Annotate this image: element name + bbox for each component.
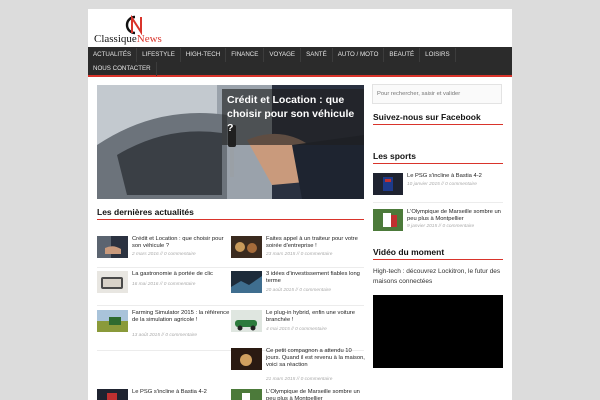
logo-monogram-icon <box>125 15 142 35</box>
post-title[interactable]: Faites appel à un traiteur pour votre so… <box>266 236 366 250</box>
section-divider <box>373 163 503 164</box>
nav-item-high-tech[interactable]: HIGH-TECH <box>181 48 227 62</box>
post-item[interactable]: 3 idées d'investissement fiables long te… <box>231 271 365 301</box>
nav-item-auto-moto[interactable]: AUTO / MOTO <box>333 48 385 62</box>
post-item[interactable]: Ce petit compagnon a attendu 10 jours. Q… <box>231 348 365 382</box>
post-thumbnail <box>231 271 262 293</box>
nav-item-beaute[interactable]: BEAUTÉ <box>384 48 421 62</box>
post-meta: 10 janvier 2015 // 0 commentaire <box>407 182 477 187</box>
post-meta: 9 janvier 2015 // 0 commentaire <box>407 224 475 229</box>
nav-item-finance[interactable]: FINANCE <box>226 48 265 62</box>
post-meta: 4 mai 2015 // 0 commentaire <box>266 327 327 332</box>
sports-post-item[interactable]: Le PSG s'incline à Bastia 4-2 10 janvier… <box>373 173 503 199</box>
post-thumbnail <box>97 271 128 293</box>
section-divider <box>373 259 503 260</box>
nav-row: ACTUALITÉS LIFESTYLE HIGH-TECH FINANCE V… <box>88 48 456 62</box>
post-item[interactable]: Crédit et Location : que choisir pour so… <box>97 236 231 266</box>
featured-title[interactable]: Crédit et Location : que choisir pour so… <box>222 89 364 145</box>
post-item[interactable]: Le plug-in hybrid, enfin une voiture bra… <box>231 310 365 340</box>
main-nav: ACTUALITÉS LIFESTYLE HIGH-TECH FINANCE V… <box>88 47 512 77</box>
post-thumbnail <box>97 236 128 258</box>
post-title[interactable]: L'Olympique de Marseille sombre un peu p… <box>266 389 366 400</box>
post-thumbnail <box>97 310 128 332</box>
post-title[interactable]: 3 idées d'investissement fiables long te… <box>266 271 366 285</box>
nav-item-sante[interactable]: SANTÉ <box>301 48 333 62</box>
facebook-section-title: Suivez-nous sur Facebook <box>373 112 481 122</box>
search-input[interactable] <box>372 84 502 104</box>
video-title[interactable]: High-tech : découvrez Lockitron, le futu… <box>373 267 505 287</box>
section-divider <box>373 124 503 125</box>
sports-post-item[interactable]: L'Olympique de Marseille sombre un peu p… <box>373 209 503 235</box>
post-item[interactable]: Le PSG s'incline à Bastia 4-2 <box>97 389 231 400</box>
post-meta: 20 août 2015 // 0 commentaire <box>266 288 332 293</box>
post-item[interactable]: L'Olympique de Marseille sombre un peu p… <box>231 389 365 400</box>
post-thumbnail <box>231 348 262 370</box>
post-title[interactable]: L'Olympique de Marseille sombre un peu p… <box>407 209 503 223</box>
nav-item-loisirs[interactable]: LOISIRS <box>420 48 456 62</box>
post-title[interactable]: Farming Simulator 2015 : la référence de… <box>132 310 232 324</box>
post-meta: 23 mars 2015 // 0 commentaire <box>266 252 333 257</box>
post-item[interactable]: Faites appel à un traiteur pour votre so… <box>231 236 365 266</box>
post-thumbnail <box>231 389 262 400</box>
post-title[interactable]: Ce petit compagnon a attendu 10 jours. Q… <box>266 348 366 369</box>
latest-section-title: Les dernières actualités <box>97 207 194 217</box>
page: ClassiqueNews ACTUALITÉS LIFESTYLE HIGH-… <box>88 9 512 400</box>
post-meta: 21 mars 2015 // 0 commentaire <box>266 377 333 382</box>
video-section-title: Vidéo du moment <box>373 247 445 257</box>
post-title[interactable]: Crédit et Location : que choisir pour so… <box>132 236 232 250</box>
sports-section-title: Les sports <box>373 151 416 161</box>
logo-text: ClassiqueNews <box>94 33 162 45</box>
post-item[interactable]: La gastronomie à portée de clic 16 mai 2… <box>97 271 231 301</box>
post-thumbnail <box>373 209 403 231</box>
nav-row: NOUS CONTACTER <box>88 62 157 76</box>
post-thumbnail <box>231 236 262 258</box>
post-item[interactable]: Farming Simulator 2015 : la référence de… <box>97 310 231 340</box>
post-title[interactable]: Le plug-in hybrid, enfin une voiture bra… <box>266 310 366 324</box>
nav-item-voyage[interactable]: VOYAGE <box>264 48 302 62</box>
post-meta: 2 mars 2016 // 0 commentaire <box>132 252 196 257</box>
nav-item-contact[interactable]: NOUS CONTACTER <box>88 62 157 76</box>
post-separator <box>97 305 364 306</box>
nav-item-lifestyle[interactable]: LIFESTYLE <box>137 48 181 62</box>
nav-item-actualites[interactable]: ACTUALITÉS <box>88 48 138 62</box>
post-thumbnail <box>97 389 128 400</box>
post-title[interactable]: Le PSG s'incline à Bastia 4-2 <box>407 173 503 180</box>
post-meta: 13 août 2015 // 0 commentaire <box>132 333 198 338</box>
post-thumbnail <box>373 173 403 195</box>
post-thumbnail <box>231 310 262 332</box>
post-separator <box>97 267 364 268</box>
featured-post[interactable]: Crédit et Location : que choisir pour so… <box>97 85 364 199</box>
site-logo[interactable]: ClassiqueNews <box>94 15 214 49</box>
post-title[interactable]: La gastronomie à portée de clic <box>132 271 232 278</box>
post-meta: 16 mai 2016 // 0 commentaire <box>132 282 196 287</box>
post-separator <box>373 202 503 203</box>
section-divider <box>97 219 364 220</box>
post-title[interactable]: Le PSG s'incline à Bastia 4-2 <box>132 389 232 396</box>
video-player[interactable] <box>373 295 503 368</box>
